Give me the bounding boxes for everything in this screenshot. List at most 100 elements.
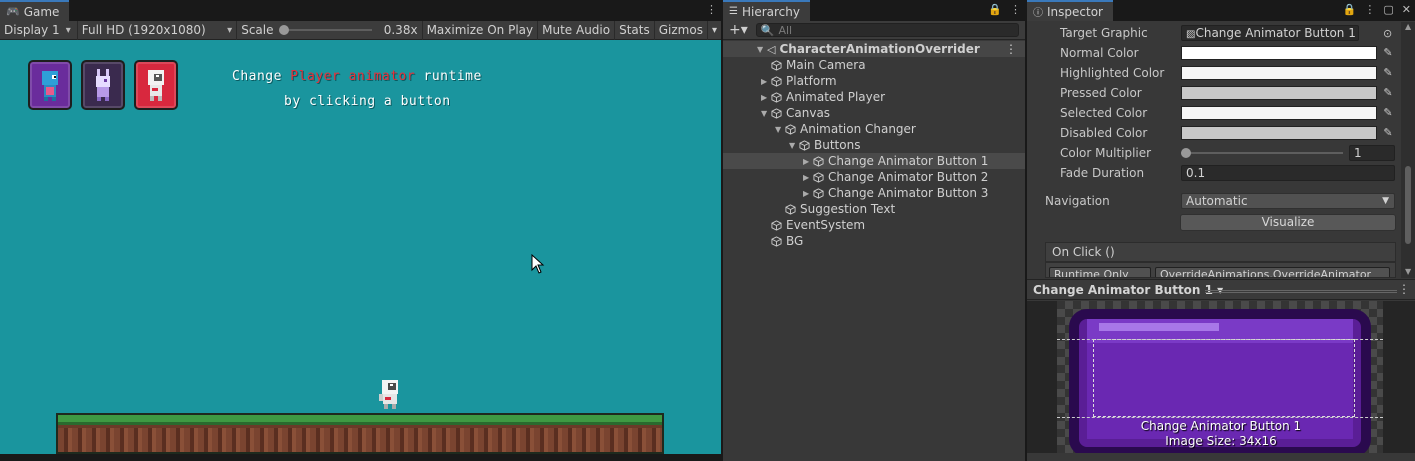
maximize-on-play-toggle[interactable]: Maximize On Play [423,20,539,40]
scale-slider[interactable]: Scale 0.38x [237,20,423,40]
more-menu-icon[interactable]: ⋮ [1398,282,1410,296]
chevron-down-icon[interactable]: ▼ [761,109,771,118]
object-picker-icon[interactable]: ⊙ [1383,27,1392,40]
game-toolbar: Display 1 Full HD (1920x1080) Scale 0.38… [0,20,721,40]
color-swatch[interactable] [1181,126,1377,140]
chevron-down-icon[interactable]: ▼ [757,45,767,54]
color-multiplier-slider[interactable] [1181,148,1343,158]
chevron-down-icon[interactable]: ▼ [789,141,799,150]
hierarchy-item[interactable]: ▶ Animated Player [723,89,1025,105]
gizmos-toggle[interactable]: Gizmos [655,20,708,40]
unity-scene-icon: ◁ [767,42,776,56]
hierarchy-item[interactable]: ▶ Change Animator Button 3 [723,185,1025,201]
color-swatch[interactable] [1181,106,1377,120]
add-dropdown[interactable]: +▾ [729,22,748,38]
preview-title-dropdown[interactable]: Change Animator Button 1 ▾ [1033,283,1223,297]
resolution-dropdown[interactable]: Full HD (1920x1080) [78,20,238,40]
gameobject-cube-icon [813,171,824,183]
more-menu-icon[interactable]: ⋮ [1005,42,1017,56]
display-dropdown[interactable]: Display 1 [0,20,78,40]
eyedropper-icon[interactable]: ✎ [1381,86,1395,100]
preview-name-label: Change Animator Button 1 [1140,419,1302,433]
tab-game[interactable]: 🎮 Game [0,0,70,21]
gameobject-cube-icon [771,75,782,87]
subtitle-text: by clicking a button [284,94,451,109]
preview-splitter[interactable] [1205,290,1397,293]
hierarchy-item[interactable]: Main Camera [723,57,1025,73]
hierarchy-item-label: Animated Player [786,90,886,104]
mouse-cursor-icon [531,254,545,274]
scale-slider-handle[interactable] [279,25,290,35]
more-menu-icon[interactable]: ⋮ [1010,3,1021,16]
hierarchy-item-label: Main Camera [786,58,866,72]
gameobject-cube-icon [799,139,810,151]
chevron-right-icon[interactable]: ▶ [761,93,771,102]
eyedropper-icon[interactable]: ✎ [1381,106,1395,120]
inspector-scrollbar[interactable]: ▲ ▼ [1401,22,1415,278]
navigation-dropdown[interactable]: Automatic ▼ [1181,193,1395,209]
hierarchy-item[interactable]: ▼ Canvas [723,105,1025,121]
navigation-row: Navigation Automatic ▼ [1027,192,1395,210]
character-button-1[interactable] [28,60,72,110]
visualize-button[interactable]: Visualize [1180,213,1396,231]
hierarchy-item-label: Change Animator Button 3 [828,186,989,200]
gameobject-cube-icon [813,187,824,199]
eyedropper-icon[interactable]: ✎ [1381,46,1395,60]
more-menu-icon[interactable]: ⋮ [1364,3,1375,16]
character-button-2[interactable] [81,60,125,110]
color-swatch[interactable] [1181,86,1377,100]
search-input[interactable]: 🔍 All [755,23,1019,37]
game-view[interactable]: Change Player animator runtime by clicki… [0,40,721,454]
target-graphic-field[interactable]: ▨Change Animator Button 1 (Imag [1181,25,1359,41]
hierarchy-item-label: Change Animator Button 1 [828,154,989,168]
search-icon: 🔍 [760,23,775,37]
more-menu-icon[interactable]: ⋮ [706,3,717,16]
onclick-event-header: On Click () [1045,242,1396,262]
eyedropper-icon[interactable]: ✎ [1381,126,1395,140]
scene-root[interactable]: ▼ ◁ CharacterAnimationOverrider ⋮ [723,41,1025,57]
lock-icon[interactable]: 🔒 [988,3,1002,16]
gizmos-dropdown[interactable]: ▾ [708,21,721,40]
color-swatch[interactable] [1181,46,1377,60]
hierarchy-item[interactable]: EventSystem [723,217,1025,233]
game-panel: 🎮 Game ⋮ Display 1 Full HD (1920x1080) S… [0,0,721,461]
fade-duration-field[interactable]: 0.1 [1181,165,1395,181]
close-icon[interactable]: ✕ [1402,3,1411,16]
hierarchy-item-label: Canvas [786,106,831,120]
title-text: Change Player animator runtime [232,69,482,84]
gameobject-cube-icon [771,219,782,231]
stats-toggle[interactable]: Stats [615,20,655,40]
color-swatch[interactable] [1181,66,1377,80]
hierarchy-item[interactable]: ▼ Animation Changer [723,121,1025,137]
hierarchy-item[interactable]: Suggestion Text [723,201,1025,217]
function-dropdown[interactable]: OverrideAnimations.OverrideAnimator [1155,267,1390,277]
color-multiplier-field[interactable]: 1 [1349,145,1395,161]
gameobject-cube-icon [771,235,782,247]
hierarchy-item[interactable]: ▶ Change Animator Button 1 [723,153,1025,169]
maximize-icon[interactable]: ▢ [1383,3,1393,16]
chevron-right-icon[interactable]: ▶ [803,157,813,166]
hierarchy-item[interactable]: ▶ Change Animator Button 2 [723,169,1025,185]
hierarchy-item[interactable]: ▶ Platform [723,73,1025,89]
hierarchy-item-label: Suggestion Text [800,202,896,216]
astronaut-icon [148,70,164,101]
gameobject-cube-icon [771,59,782,71]
chevron-down-icon[interactable]: ▼ [775,125,785,134]
chevron-right-icon[interactable]: ▶ [803,189,813,198]
chevron-right-icon[interactable]: ▶ [761,77,771,86]
hierarchy-item-label: Buttons [814,138,861,152]
character-button-3[interactable] [134,60,178,110]
gameobject-cube-icon [813,155,824,167]
hierarchy-item-label: Animation Changer [800,122,916,136]
runtime-dropdown[interactable]: Runtime Only [1049,267,1151,277]
eyedropper-icon[interactable]: ✎ [1381,66,1395,80]
tab-inspector[interactable]: ⓘ Inspector [1027,0,1113,21]
hierarchy-item[interactable]: ▼ Buttons [723,137,1025,153]
onclick-event-list: Runtime Only OverrideAnimations.Override… [1045,262,1396,278]
hierarchy-item[interactable]: BG [723,233,1025,249]
chevron-right-icon[interactable]: ▶ [803,173,813,182]
mute-audio-toggle[interactable]: Mute Audio [538,20,616,40]
lock-icon[interactable]: 🔒 [1343,3,1357,16]
tab-hierarchy[interactable]: ☰ Hierarchy [723,0,810,21]
purple-rabbit-icon [96,69,110,101]
